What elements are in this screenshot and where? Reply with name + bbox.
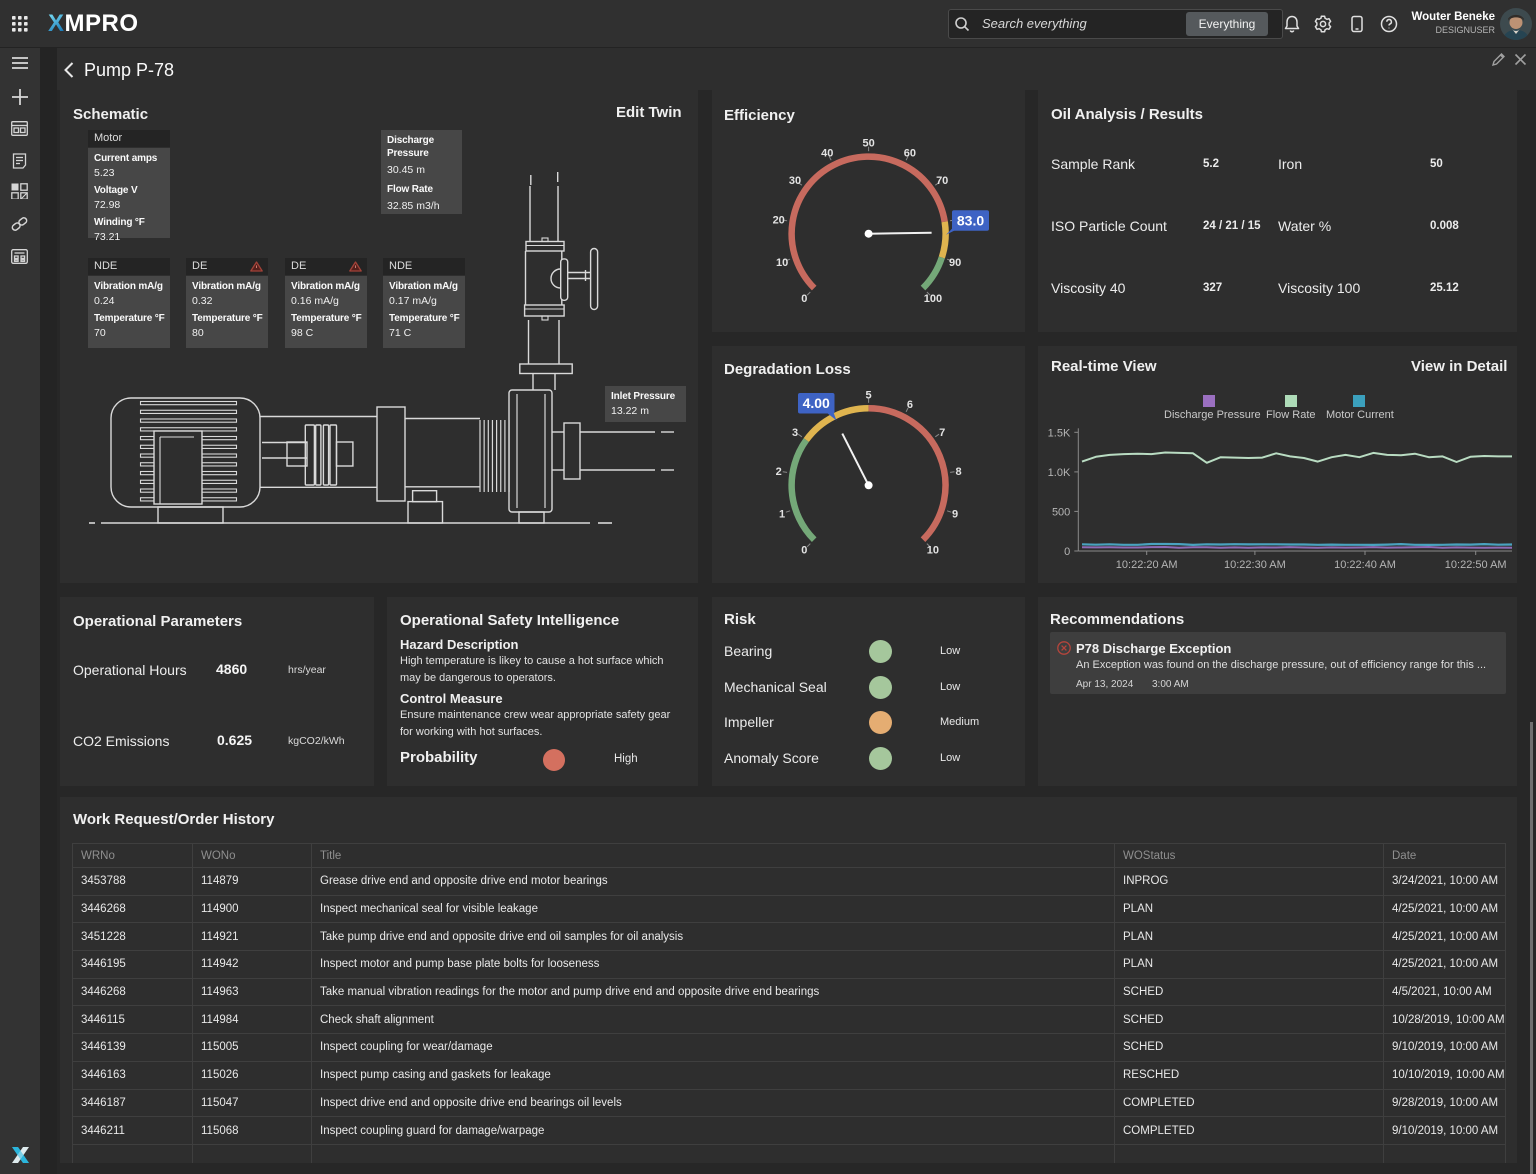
svg-text:100: 100 [924,293,942,305]
svg-text:4.00: 4.00 [803,395,830,411]
svg-text:500: 500 [1052,506,1070,518]
svg-text:1: 1 [779,508,785,520]
svg-text:2: 2 [776,466,782,478]
svg-text:90: 90 [949,257,961,269]
svg-text:1.0K: 1.0K [1048,467,1071,479]
svg-text:10:22:50 AM: 10:22:50 AM [1445,559,1507,571]
svg-text:20: 20 [773,215,785,227]
svg-text:30: 30 [789,175,801,187]
svg-text:0: 0 [1064,546,1070,558]
svg-text:5: 5 [866,389,872,401]
svg-text:10:22:40 AM: 10:22:40 AM [1334,559,1396,571]
svg-text:10:22:20 AM: 10:22:20 AM [1116,559,1178,571]
svg-text:3: 3 [792,427,798,439]
svg-text:70: 70 [936,175,948,187]
svg-text:1.5K: 1.5K [1048,427,1071,439]
svg-text:40: 40 [821,148,833,160]
svg-text:0: 0 [801,545,807,557]
svg-text:7: 7 [939,427,945,439]
svg-text:50: 50 [862,138,874,150]
svg-text:8: 8 [955,466,961,478]
svg-text:83.0: 83.0 [957,212,984,228]
svg-text:6: 6 [907,399,913,411]
svg-text:10: 10 [927,545,939,557]
svg-text:10: 10 [776,257,788,269]
svg-text:0: 0 [801,293,807,305]
svg-text:60: 60 [904,148,916,160]
svg-text:10:22:30 AM: 10:22:30 AM [1224,559,1286,571]
svg-text:9: 9 [952,508,958,520]
